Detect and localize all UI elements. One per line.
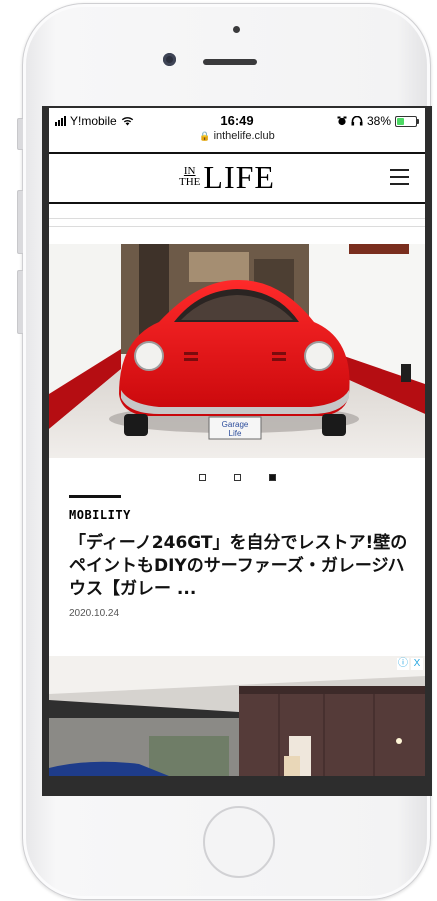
- plate-line2: Life: [229, 429, 242, 438]
- carousel-dot[interactable]: [234, 474, 241, 481]
- carousel-indicators: [199, 474, 276, 481]
- divider: [49, 218, 425, 219]
- hamburger-icon[interactable]: [390, 169, 409, 190]
- status-bar: Y!mobile 16:49 🔒 inthelife.club 38%: [49, 108, 425, 152]
- divider: [49, 226, 425, 227]
- hero-car-image[interactable]: Garage Life: [49, 244, 425, 458]
- front-camera-icon: [163, 53, 176, 66]
- logo-life: LIFE: [203, 159, 275, 195]
- earpiece-speaker: [203, 59, 257, 65]
- article-title[interactable]: 「ディーノ246GT」を自分でレストア!壁のペイントもDIYのサーファーズ・ガレ…: [69, 532, 409, 601]
- battery-icon: [395, 115, 419, 127]
- home-button[interactable]: [203, 806, 275, 878]
- carousel-dot[interactable]: [199, 474, 206, 481]
- ad-close-icon[interactable]: X: [411, 658, 423, 670]
- battery-percent: 38%: [366, 114, 391, 128]
- site-header: IN THE LIFE: [49, 152, 425, 204]
- volume-up-button: [17, 190, 23, 254]
- headphones-icon: [351, 116, 363, 126]
- article-category[interactable]: MOBILITY: [69, 508, 131, 522]
- volume-down-button: [17, 270, 23, 334]
- ad-badge: ⓘ X: [397, 658, 423, 670]
- plate-line1: Garage: [222, 420, 249, 429]
- alarm-icon: [337, 116, 347, 126]
- site-logo[interactable]: IN THE LIFE: [179, 160, 275, 194]
- mute-switch: [17, 118, 23, 150]
- adchoices-info-icon[interactable]: ⓘ: [397, 658, 409, 670]
- address-bar[interactable]: 🔒 inthelife.club: [49, 130, 425, 142]
- sensor-icon: [233, 26, 240, 33]
- category-rule: [69, 495, 121, 498]
- url-text: inthelife.club: [213, 130, 275, 142]
- lock-icon: 🔒: [199, 131, 211, 141]
- browser-display: Y!mobile 16:49 🔒 inthelife.club 38% IN T…: [49, 108, 425, 776]
- logo-the: THE: [179, 176, 201, 188]
- ad-image[interactable]: [49, 656, 425, 776]
- carousel-dot[interactable]: [269, 474, 276, 481]
- article-date: 2020.10.24: [69, 608, 120, 619]
